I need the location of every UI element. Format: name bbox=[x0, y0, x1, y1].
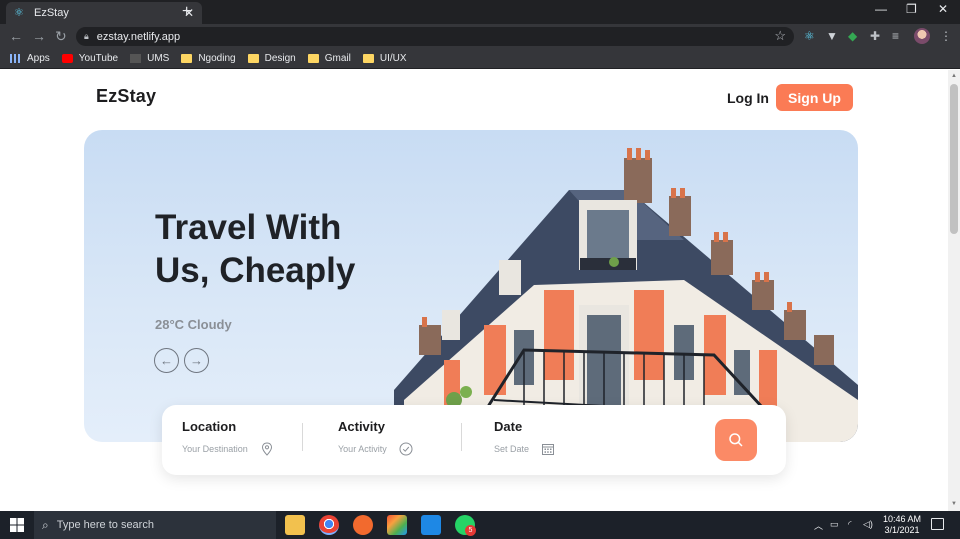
bookmark-ngoding[interactable]: Ngoding bbox=[181, 53, 236, 64]
folder-icon bbox=[247, 54, 259, 63]
signup-button[interactable]: Sign Up bbox=[776, 84, 853, 111]
notification-badge: 5 bbox=[465, 525, 476, 536]
restore-icon[interactable]: ❐ bbox=[906, 2, 917, 16]
address-input[interactable]: 🔒︎ ezstay.netlify.app ☆ bbox=[76, 27, 794, 46]
building-photo bbox=[394, 148, 858, 442]
bookmark-apps[interactable]: Apps bbox=[10, 53, 50, 64]
search-icon bbox=[729, 433, 743, 447]
weather-text: 28°C Cloudy bbox=[155, 317, 232, 332]
chrome-icon[interactable] bbox=[319, 515, 339, 535]
whatsapp-icon[interactable]: 5 bbox=[455, 515, 476, 536]
reload-icon[interactable]: ↻ bbox=[55, 28, 67, 44]
scrollbar-thumb[interactable] bbox=[950, 84, 958, 234]
check-circle-icon bbox=[399, 442, 413, 456]
forward-icon[interactable]: → bbox=[32, 28, 46, 44]
url-text: ezstay.netlify.app bbox=[96, 30, 181, 43]
extensions-puzzle-icon[interactable]: ✚ bbox=[870, 29, 880, 43]
bookmarks-bar: Apps YouTube UMS Ngoding Design Gmail UI… bbox=[0, 49, 960, 69]
site-logo[interactable]: EzStay bbox=[96, 86, 156, 107]
taskbar-clock[interactable]: 10:46 AM 3/1/2021 bbox=[880, 514, 924, 536]
calendar-icon bbox=[542, 444, 555, 455]
hero-title: Travel With Us, Cheaply bbox=[155, 208, 356, 290]
youtube-icon bbox=[61, 54, 73, 63]
react-icon: ⚛ bbox=[14, 7, 24, 19]
volume-icon[interactable]: ◁) bbox=[863, 519, 873, 530]
close-window-icon[interactable]: ✕ bbox=[938, 2, 948, 16]
media-control-icon[interactable]: ≡ bbox=[892, 29, 899, 43]
menu-dots-icon[interactable]: ⋮ bbox=[940, 29, 952, 43]
new-tab-icon[interactable]: + bbox=[182, 3, 191, 21]
browser-tab-bar: ⚛ EzStay ✕ + — ❐ ✕ bbox=[0, 0, 960, 24]
search-button[interactable] bbox=[715, 419, 757, 461]
ums-icon bbox=[130, 54, 142, 63]
address-toolbar: ← → ↻ 🔒︎ ezstay.netlify.app ☆ ⚛ ▼ ◆ ✚ ≡ … bbox=[0, 24, 960, 49]
hero-banner: Travel With Us, Cheaply 28°C Cloudy ← → bbox=[84, 130, 858, 442]
windows-start-icon[interactable] bbox=[10, 518, 24, 532]
divider bbox=[302, 423, 303, 451]
profile-avatar[interactable] bbox=[914, 28, 930, 44]
wifi-icon[interactable]: ◜ bbox=[848, 519, 852, 530]
extension-icon[interactable]: ◆ bbox=[848, 29, 857, 43]
activity-field[interactable]: Activity Your Activity bbox=[338, 419, 413, 456]
folder-icon bbox=[362, 54, 374, 63]
tab-title: EzStay bbox=[34, 7, 69, 19]
react-devtools-icon[interactable]: ⚛ bbox=[804, 29, 815, 43]
git-icon[interactable] bbox=[387, 515, 407, 535]
tray-expand-icon[interactable]: ︿ bbox=[814, 519, 823, 532]
apps-icon bbox=[10, 54, 21, 63]
date-label: Date bbox=[494, 419, 523, 434]
bookmark-uiux[interactable]: UI/UX bbox=[362, 53, 407, 64]
date-input[interactable]: Set Date bbox=[494, 444, 529, 454]
page-scrollbar[interactable]: ▲ ▼ bbox=[948, 70, 960, 511]
activity-input[interactable]: Your Activity bbox=[338, 444, 387, 454]
scroll-down-icon[interactable]: ▼ bbox=[951, 501, 957, 507]
vue-devtools-icon[interactable]: ▼ bbox=[826, 29, 838, 43]
action-center-icon[interactable] bbox=[931, 518, 944, 530]
bookmark-youtube[interactable]: YouTube bbox=[61, 53, 118, 64]
vscode-icon[interactable] bbox=[421, 515, 441, 535]
prev-arrow-button[interactable]: ← bbox=[154, 348, 179, 373]
windows-taskbar: ⌕ Type here to search 5 ︿ ▭ ◜ ◁) 10:46 A… bbox=[0, 511, 960, 539]
next-arrow-button[interactable]: → bbox=[184, 348, 209, 373]
activity-label: Activity bbox=[338, 419, 385, 434]
file-explorer-icon[interactable] bbox=[285, 515, 305, 535]
browser-tab[interactable]: ⚛ EzStay ✕ bbox=[6, 2, 202, 24]
login-link[interactable]: Log In bbox=[727, 90, 769, 106]
location-field[interactable]: Location Your Destination bbox=[182, 419, 274, 456]
arrow-right-icon: → bbox=[190, 353, 203, 368]
folder-icon bbox=[307, 54, 319, 63]
location-label: Location bbox=[182, 419, 237, 434]
bookmark-ums[interactable]: UMS bbox=[130, 53, 169, 64]
battery-icon[interactable]: ▭ bbox=[830, 519, 839, 530]
bookmark-gmail[interactable]: Gmail bbox=[307, 53, 351, 64]
search-panel: Location Your Destination Activity Your … bbox=[162, 405, 786, 475]
map-pin-icon bbox=[261, 442, 272, 456]
folder-icon bbox=[181, 54, 193, 63]
date-field[interactable]: Date Set Date bbox=[494, 419, 555, 456]
app-icon[interactable] bbox=[353, 515, 373, 535]
search-icon: ⌕ bbox=[42, 517, 49, 532]
lock-icon: 🔒︎ bbox=[84, 31, 89, 41]
arrow-left-icon: ← bbox=[160, 353, 173, 368]
back-icon[interactable]: ← bbox=[9, 28, 23, 44]
bookmark-star-icon[interactable]: ☆ bbox=[774, 28, 786, 44]
web-page: EzStay Log In Sign Up Travel With Us, Ch… bbox=[0, 70, 948, 511]
bookmark-design[interactable]: Design bbox=[247, 53, 296, 64]
scroll-up-icon[interactable]: ▲ bbox=[951, 73, 957, 79]
divider bbox=[461, 423, 462, 451]
minimize-icon[interactable]: — bbox=[875, 2, 887, 16]
taskbar-search-input[interactable]: ⌕ Type here to search bbox=[34, 511, 276, 539]
location-input[interactable]: Your Destination bbox=[182, 444, 248, 454]
